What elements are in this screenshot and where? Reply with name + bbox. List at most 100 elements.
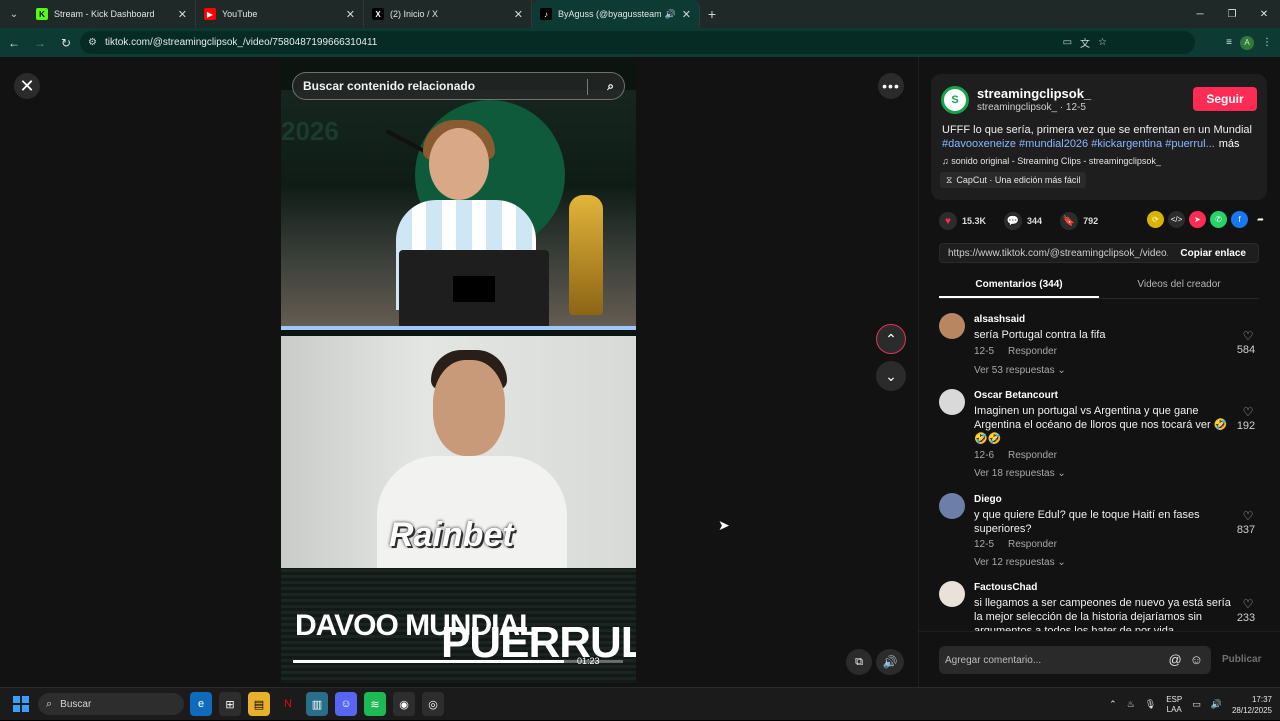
- network-icon[interactable]: ▭: [1192, 699, 1201, 710]
- discord-icon[interactable]: ☺: [335, 692, 357, 716]
- back-icon[interactable]: ←: [2, 31, 26, 55]
- minimize-icon[interactable]: ─: [1184, 0, 1216, 28]
- comment-like-icon[interactable]: ♡: [1237, 405, 1259, 419]
- app-icon[interactable]: ▥: [306, 692, 328, 716]
- chevron-up-icon[interactable]: ⌃: [1109, 699, 1117, 710]
- comment-like-icon[interactable]: ♡: [1237, 509, 1259, 523]
- profile-avatar[interactable]: A: [1240, 35, 1254, 50]
- comment-text: y que quiere Edul? que le toque Haití en…: [974, 509, 1200, 535]
- close-icon[interactable]: ✕: [682, 8, 691, 21]
- windows-start-icon[interactable]: [13, 696, 29, 712]
- chrome-icon[interactable]: ◉: [393, 692, 415, 716]
- steam-icon[interactable]: ♨: [1127, 699, 1135, 710]
- share-arrow-icon[interactable]: ➦: [1252, 211, 1269, 228]
- language-indicator[interactable]: ESP LAA: [1166, 695, 1182, 715]
- comment-like-icon[interactable]: ♡: [1237, 597, 1259, 611]
- author-name[interactable]: streamingclipsok_: [977, 86, 1091, 101]
- comment-avatar[interactable]: [939, 581, 965, 607]
- view-replies-button[interactable]: Ver 53 respuestas ⌄: [974, 365, 1066, 376]
- comment-avatar[interactable]: [939, 389, 965, 415]
- search-icon[interactable]: ⌕: [607, 79, 614, 94]
- address-bar[interactable]: ⚙ tiktok.com/@streamingclipsok_/video/75…: [80, 31, 1195, 54]
- picture-in-picture-button[interactable]: ⧉: [846, 649, 872, 675]
- volume-button[interactable]: 🔊: [876, 649, 904, 675]
- comment-username[interactable]: FactousChad: [974, 582, 1037, 593]
- close-video-button[interactable]: ✕: [14, 73, 40, 99]
- forward-icon[interactable]: →: [28, 31, 52, 55]
- tab-creator-videos[interactable]: Videos del creador: [1099, 273, 1259, 298]
- follow-button[interactable]: Seguir: [1193, 87, 1257, 111]
- repost-icon[interactable]: ⟳: [1147, 211, 1164, 228]
- tab-youtube[interactable]: ▶ YouTube ✕: [196, 0, 364, 28]
- file-explorer-icon[interactable]: ▤: [248, 692, 270, 716]
- reload-icon[interactable]: ↻: [54, 31, 78, 55]
- mention-icon[interactable]: @: [1169, 652, 1182, 667]
- copy-link-button[interactable]: Copiar enlace: [1168, 248, 1258, 259]
- tab-comments[interactable]: Comentarios (344): [939, 273, 1099, 298]
- comment-count: 344: [1027, 216, 1043, 226]
- spotify-icon[interactable]: ≋: [364, 692, 386, 716]
- capcut-badge[interactable]: ⧖ CapCut · Una edición más fácil: [940, 172, 1087, 188]
- comment-button[interactable]: 💬 344: [1004, 212, 1042, 230]
- tab-x[interactable]: X (2) Inicio / X ✕: [364, 0, 532, 28]
- reading-list-icon[interactable]: ≡: [1226, 37, 1232, 48]
- microphone-icon[interactable]: 🎙: [1145, 699, 1156, 710]
- close-window-icon[interactable]: ✕: [1248, 0, 1280, 28]
- more-options-button[interactable]: •••: [878, 73, 904, 99]
- streamer-face: [429, 128, 489, 200]
- facebook-icon[interactable]: f: [1231, 211, 1248, 228]
- reply-button[interactable]: Responder: [1008, 346, 1057, 357]
- comment-date: 12-5: [974, 346, 995, 357]
- whatsapp-icon[interactable]: ✆: [1210, 211, 1227, 228]
- taskbar-search[interactable]: ⌕ Buscar: [38, 693, 184, 715]
- tab-search-button[interactable]: ⌄: [0, 0, 28, 28]
- embed-icon[interactable]: </>: [1168, 211, 1185, 228]
- speaker-icon[interactable]: 🔊: [665, 9, 676, 20]
- restore-icon[interactable]: ❐: [1216, 0, 1248, 28]
- close-icon[interactable]: ✕: [178, 8, 187, 21]
- view-replies-button[interactable]: Ver 18 respuestas ⌄: [974, 468, 1066, 479]
- close-icon[interactable]: ✕: [346, 8, 355, 21]
- video-player[interactable]: 2026 Rainbet DAVOO MUNDIAL PUERRUL: ¿EU: [281, 60, 636, 683]
- send-icon[interactable]: ➤: [1189, 211, 1206, 228]
- reply-button[interactable]: Responder: [1008, 450, 1057, 461]
- hashtags[interactable]: #davooxeneize #mundial2026 #kickargentin…: [942, 138, 1215, 150]
- author-avatar[interactable]: S: [941, 86, 969, 114]
- tab-tiktok[interactable]: ♪ ByAguss (@byagussteam) | 🔊 ✕: [532, 0, 700, 28]
- more-link[interactable]: más: [1219, 138, 1240, 150]
- like-button[interactable]: ♥ 15.3K: [939, 212, 986, 230]
- clock-time: 17:37: [1251, 694, 1272, 704]
- close-icon[interactable]: ✕: [514, 8, 523, 21]
- new-tab-button[interactable]: +: [700, 6, 724, 22]
- comment-meta: 12-5 Responder: [974, 346, 1057, 357]
- comment-avatar[interactable]: [939, 313, 965, 339]
- volume-icon[interactable]: 🔊: [1211, 699, 1222, 710]
- related-search-input[interactable]: Buscar contenido relacionado ⌕: [292, 72, 625, 100]
- tab-kick[interactable]: K Stream - Kick Dashboard ✕: [28, 0, 196, 28]
- netflix-icon[interactable]: N: [277, 692, 299, 716]
- previous-video-button[interactable]: ⌃: [876, 324, 906, 354]
- clock[interactable]: 17:37 28/12/2025: [1232, 694, 1272, 716]
- comment-avatar[interactable]: [939, 493, 965, 519]
- comment-input[interactable]: Agregar comentario... @ ☺: [939, 646, 1211, 674]
- edge-icon[interactable]: e: [190, 692, 212, 716]
- bookmark-star-icon[interactable]: ☆: [1098, 37, 1107, 48]
- video-progress-bar[interactable]: [293, 660, 623, 663]
- menu-dots-icon[interactable]: ⋮: [1262, 37, 1272, 48]
- save-button[interactable]: 🔖 792: [1060, 212, 1098, 230]
- comment-username[interactable]: alsashsaid: [974, 314, 1025, 325]
- comment-username[interactable]: Diego: [974, 494, 1002, 505]
- cast-icon[interactable]: ▭: [1063, 37, 1072, 48]
- site-info-icon[interactable]: ⚙: [88, 37, 97, 48]
- publish-button[interactable]: Publicar: [1222, 654, 1261, 665]
- reply-button[interactable]: Responder: [1008, 539, 1057, 550]
- store-icon[interactable]: ⊞: [219, 692, 241, 716]
- translate-icon[interactable]: 文: [1080, 35, 1090, 50]
- obs-icon[interactable]: ◎: [422, 692, 444, 716]
- view-replies-button[interactable]: Ver 12 respuestas ⌄: [974, 557, 1066, 568]
- comment-username[interactable]: Oscar Betancourt: [974, 390, 1058, 401]
- next-video-button[interactable]: ⌄: [876, 361, 906, 391]
- comment-like-icon[interactable]: ♡: [1237, 329, 1259, 343]
- emoji-icon[interactable]: ☺: [1190, 652, 1203, 667]
- sound-link[interactable]: ♫ sonido original - Streaming Clips - st…: [942, 156, 1161, 166]
